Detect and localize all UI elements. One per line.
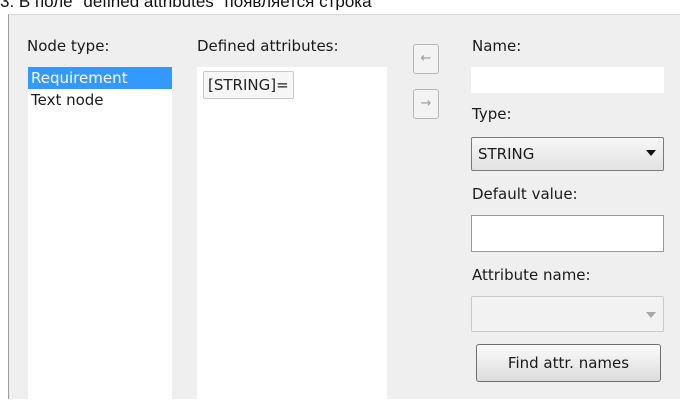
name-input[interactable] bbox=[472, 68, 663, 92]
chevron-down-icon bbox=[646, 312, 656, 318]
move-left-button[interactable]: ← bbox=[413, 44, 439, 74]
chevron-down-icon bbox=[646, 150, 656, 156]
type-label: Type: bbox=[472, 105, 512, 123]
node-type-item-requirement[interactable]: Requirement bbox=[28, 67, 172, 89]
attribute-name-select[interactable] bbox=[471, 296, 664, 332]
attribute-name-label: Attribute name: bbox=[472, 266, 591, 284]
arrow-left-icon: ← bbox=[420, 51, 432, 66]
node-type-item-text-node[interactable]: Text node bbox=[28, 89, 172, 111]
name-label: Name: bbox=[472, 37, 522, 55]
move-right-button[interactable]: → bbox=[413, 89, 439, 119]
instruction-caption: 3. В поле "defined attributes" появляетс… bbox=[0, 0, 372, 10]
find-attr-names-button[interactable]: Find attr. names bbox=[476, 344, 661, 382]
attribute-editor-dialog: Node type: Requirement Text node Defined… bbox=[8, 14, 680, 400]
type-select-value: STRING bbox=[478, 145, 535, 163]
defined-attributes-list[interactable]: [STRING]= bbox=[197, 67, 387, 400]
arrow-right-icon: → bbox=[420, 96, 432, 111]
defined-attributes-label: Defined attributes: bbox=[197, 37, 339, 55]
default-value-field[interactable] bbox=[471, 215, 664, 252]
default-value-input[interactable] bbox=[472, 216, 663, 251]
defined-attribute-item[interactable]: [STRING]= bbox=[203, 71, 294, 99]
default-value-label: Default value: bbox=[472, 185, 578, 203]
node-type-label: Node type: bbox=[27, 37, 110, 55]
node-type-list[interactable]: Requirement Text node bbox=[28, 67, 172, 400]
name-field[interactable] bbox=[471, 67, 664, 93]
type-select[interactable]: STRING bbox=[471, 137, 664, 171]
